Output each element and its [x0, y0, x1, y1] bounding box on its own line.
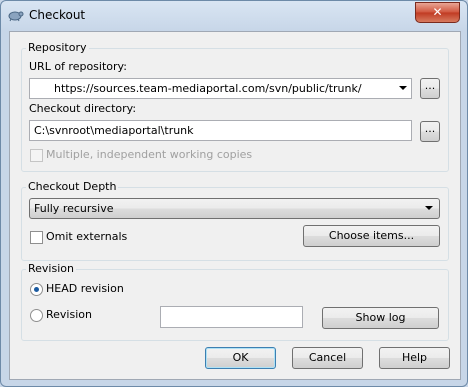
omit-externals-label: Omit externals: [46, 230, 128, 243]
radio-selected-dot: [34, 287, 39, 292]
multiple-copies-checkbox[interactable]: [30, 149, 43, 162]
title-bar: Checkout ✕: [1, 1, 467, 29]
choose-items-button[interactable]: Choose items...: [303, 225, 440, 247]
directory-browse-button[interactable]: ...: [420, 121, 440, 142]
window-title: Checkout: [29, 8, 86, 22]
checkout-dialog: Checkout ✕ Repository URL of repository:…: [0, 0, 468, 387]
checkout-directory-label: Checkout directory:: [29, 102, 137, 115]
url-label: URL of repository:: [29, 60, 127, 73]
head-revision-radio[interactable]: [30, 283, 43, 296]
revision-group-label: Revision: [26, 262, 76, 275]
close-icon: ✕: [432, 5, 443, 19]
revision-radio[interactable]: [30, 309, 43, 322]
checkout-directory-input[interactable]: C:\svnroot\mediaportal\trunk: [29, 120, 412, 141]
cancel-button[interactable]: Cancel: [292, 347, 363, 369]
repository-group-label: Repository: [26, 41, 89, 54]
url-browse-button[interactable]: ...: [420, 78, 440, 99]
chevron-down-icon[interactable]: [399, 86, 407, 90]
show-log-button[interactable]: Show log: [322, 307, 439, 329]
checkout-depth-group-label: Checkout Depth: [26, 180, 119, 193]
checkout-depth-select[interactable]: Fully recursive: [29, 198, 440, 219]
revision-label: Revision: [46, 308, 92, 321]
omit-externals-checkbox[interactable]: [30, 231, 43, 244]
checkout-depth-value: Fully recursive: [34, 202, 114, 215]
ok-button[interactable]: OK: [205, 347, 276, 369]
help-button[interactable]: Help: [379, 347, 450, 369]
close-button[interactable]: ✕: [415, 2, 460, 23]
revision-input[interactable]: [160, 306, 303, 328]
dialog-body: Repository URL of repository: https://so…: [9, 31, 461, 380]
url-combobox[interactable]: https://sources.team-mediaportal.com/svn…: [29, 78, 412, 99]
chevron-down-icon: [425, 206, 433, 210]
url-value: https://sources.team-mediaportal.com/svn…: [54, 82, 362, 95]
revision-group: Revision: [21, 262, 449, 341]
tortoise-icon: [8, 11, 24, 22]
head-revision-label: HEAD revision: [46, 282, 124, 295]
multiple-copies-label: Multiple, independent working copies: [46, 148, 253, 161]
